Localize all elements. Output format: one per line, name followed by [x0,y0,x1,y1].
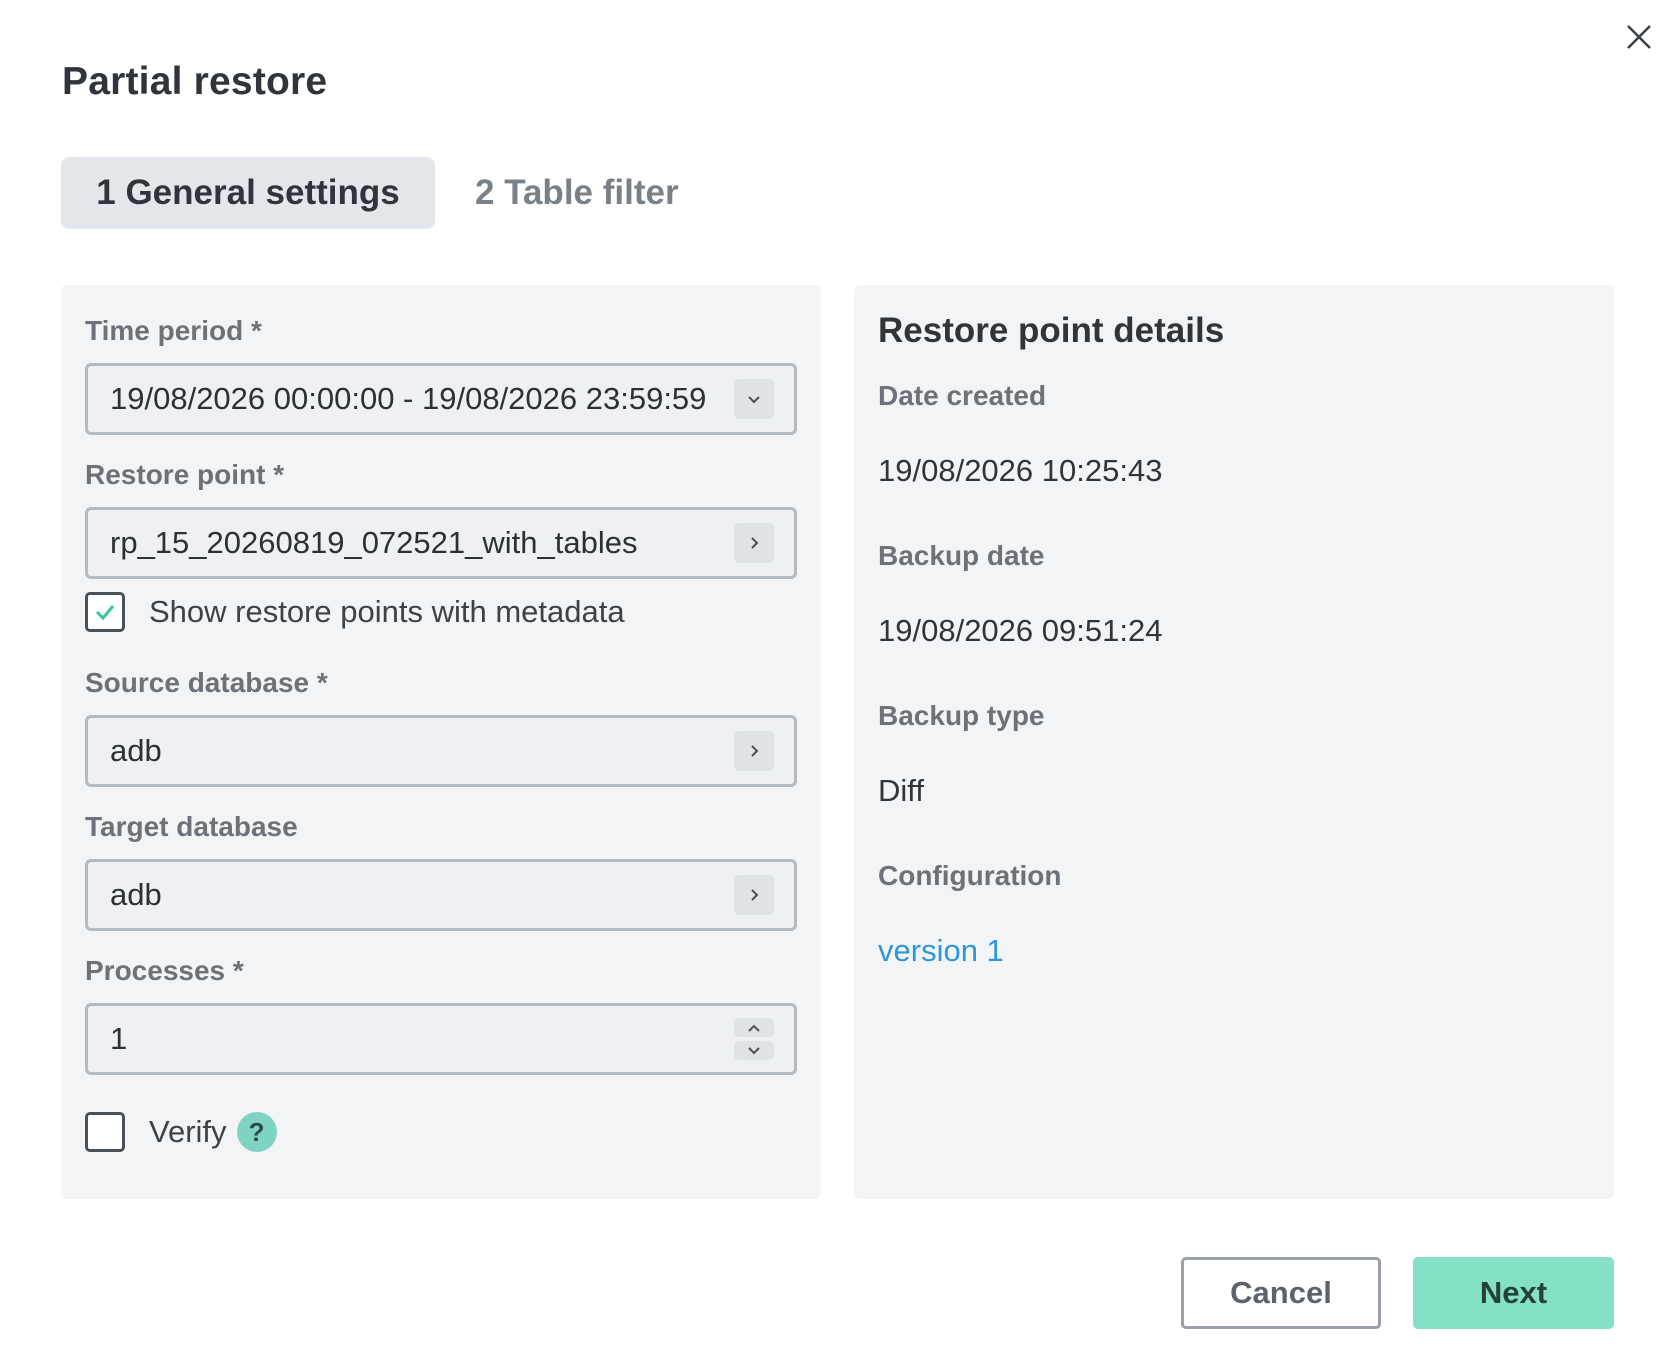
chevron-right-icon[interactable] [734,731,774,771]
source-database-label: Source database * [85,667,328,698]
restore-point-value: rp_15_20260819_072521_with_tables [110,525,638,560]
source-database-value: adb [110,733,162,768]
restore-point-label: Restore point * [85,459,285,490]
time-period-value: 19/08/2026 00:00:00 - 19/08/2026 23:59:5… [110,381,707,416]
configuration-label: Configuration [878,860,1062,891]
source-database-select[interactable]: adb [85,715,797,787]
restore-point-details-panel: Restore point details Date created 19/08… [854,285,1614,1199]
dialog-title: Partial restore [62,60,328,103]
backup-type-value: Diff [878,773,924,808]
checkmark-icon [95,605,115,621]
show-metadata-label: Show restore points with metadata [149,594,625,629]
target-database-select[interactable]: adb [85,859,797,931]
show-metadata-checkbox[interactable] [85,592,125,632]
cancel-button[interactable]: Cancel [1181,1257,1381,1329]
backup-date-value: 19/08/2026 09:51:24 [878,613,1163,648]
details-title: Restore point details [878,311,1225,350]
help-icon[interactable]: ? [236,1112,277,1152]
time-period-select[interactable]: 19/08/2026 00:00:00 - 19/08/2026 23:59:5… [85,363,797,435]
chevron-right-icon[interactable] [734,523,774,563]
verify-checkbox-row[interactable]: Verify ? [85,1112,277,1152]
date-created-value: 19/08/2026 10:25:43 [878,453,1163,488]
time-period-label: Time period * [85,315,262,346]
chevron-down-icon[interactable] [734,1041,774,1060]
chevron-down-icon[interactable] [734,379,774,419]
chevron-right-icon[interactable] [734,875,774,915]
next-button[interactable]: Next [1413,1257,1614,1329]
backup-date-label: Backup date [878,540,1045,571]
backup-type-label: Backup type [878,700,1045,731]
date-created-label: Date created [878,380,1047,411]
target-database-label: Target database [85,811,298,842]
restore-point-select[interactable]: rp_15_20260819_072521_with_tables [85,507,797,579]
processes-stepper[interactable]: 1 [85,1003,797,1075]
target-database-value: adb [110,877,162,912]
chevron-up-icon[interactable] [734,1018,774,1037]
show-metadata-checkbox-row[interactable]: Show restore points with metadata [85,592,625,632]
processes-value: 1 [110,1021,128,1056]
stepper-controls [734,1018,774,1060]
verify-checkbox[interactable] [85,1112,125,1152]
close-icon[interactable] [1620,18,1658,56]
verify-label: Verify [149,1114,227,1149]
general-settings-panel: Time period * 19/08/2026 00:00:00 - 19/0… [61,285,821,1199]
processes-label: Processes * [85,955,244,986]
tab-table-filter[interactable]: 2 Table filter [475,157,679,229]
configuration-link[interactable]: version 1 [878,933,1004,969]
tab-general-settings[interactable]: 1 General settings [61,157,435,229]
